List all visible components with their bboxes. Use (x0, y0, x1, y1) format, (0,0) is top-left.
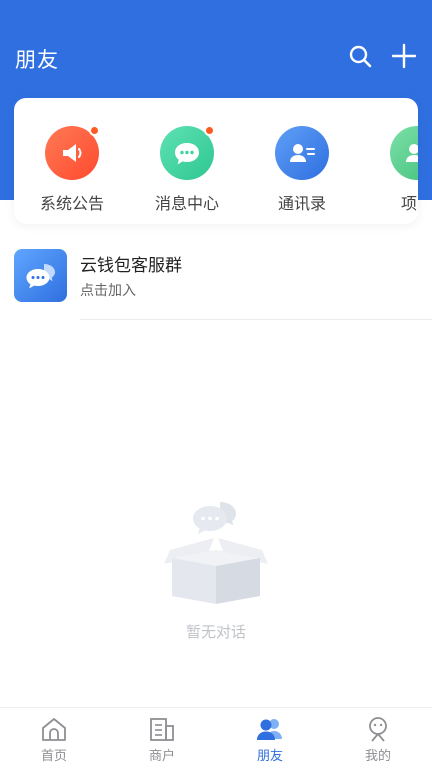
page-title: 朋友 (15, 48, 59, 72)
quick-item-label: 项目 (400, 194, 418, 213)
group-avatar (14, 249, 67, 302)
empty-box-icon (164, 502, 268, 604)
customer-service-group-row[interactable]: 云钱包客服群 点击加入 (14, 247, 432, 321)
quick-item-label: 消息中心 (154, 194, 219, 213)
plus-icon (391, 43, 417, 69)
contact-card-icon (275, 126, 329, 180)
quick-access-card: 系统公告 消息中心 通讯录 项 (14, 98, 418, 224)
tab-label: 商户 (148, 749, 175, 764)
chat-bubble-icon (160, 125, 215, 180)
tab-home[interactable]: 首页 (0, 708, 108, 768)
header-actions (346, 42, 418, 70)
bottom-tab-bar: 首页 商户 朋友 我的 (0, 707, 432, 768)
tab-friends[interactable]: 朋友 (216, 708, 324, 768)
group-join-hint: 点击加入 (80, 283, 136, 299)
tab-merchant[interactable]: 商户 (108, 708, 216, 768)
empty-state-text: 暂无对话 (185, 623, 246, 641)
merchant-icon (150, 718, 174, 741)
quick-item-label: 通讯录 (277, 194, 326, 213)
tab-label: 朋友 (256, 749, 283, 764)
megaphone-icon (45, 125, 100, 180)
quick-item-messages[interactable]: 消息中心 (129, 98, 245, 224)
notification-badge (89, 125, 100, 136)
search-icon (349, 45, 372, 68)
people-icon (390, 126, 418, 180)
add-button[interactable] (390, 42, 418, 70)
home-icon (42, 718, 66, 741)
tab-label: 首页 (40, 749, 67, 764)
quick-item-announcements[interactable]: 系统公告 (14, 98, 130, 224)
tab-label: 我的 (364, 749, 391, 764)
quick-item-contacts[interactable]: 通讯录 (244, 98, 360, 224)
tab-profile[interactable]: 我的 (324, 708, 432, 768)
profile-icon (369, 717, 387, 742)
chat-bubbles-icon (26, 263, 55, 288)
group-name: 云钱包客服群 (80, 256, 182, 276)
divider (80, 319, 432, 320)
friends-icon (257, 719, 282, 740)
notification-badge (204, 125, 215, 136)
search-button[interactable] (346, 42, 374, 70)
quick-item-label: 系统公告 (39, 194, 104, 213)
quick-item-projects[interactable]: 项目 (359, 98, 418, 224)
